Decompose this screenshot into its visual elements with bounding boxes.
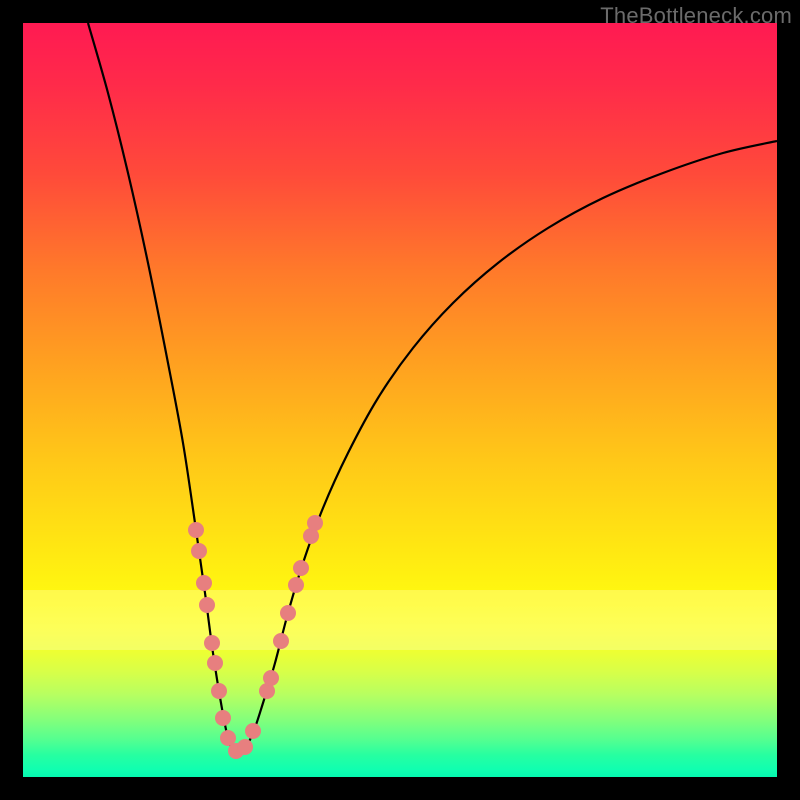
- chart-area: [23, 23, 777, 777]
- watermark-text: TheBottleneck.com: [600, 3, 792, 29]
